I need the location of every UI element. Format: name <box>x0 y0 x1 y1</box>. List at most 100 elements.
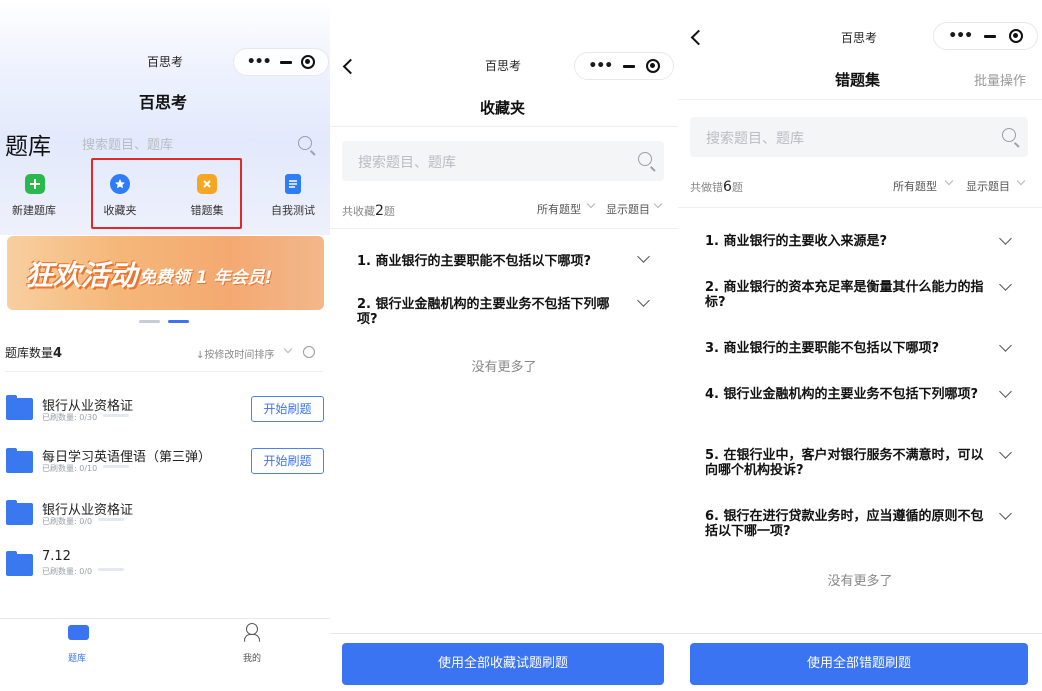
chevron-down-icon[interactable] <box>1016 176 1026 186</box>
question-item[interactable]: 2. 商业银行的资本充足率是衡量其什么能力的指标? <box>705 280 985 310</box>
page-title: 错题集 <box>835 71 881 89</box>
back-icon[interactable] <box>690 29 707 46</box>
type-filter[interactable]: 所有题型 <box>537 201 581 217</box>
divider <box>5 371 323 372</box>
tabbar-divider <box>0 618 330 619</box>
search-icon[interactable] <box>1002 128 1016 142</box>
divider <box>330 633 678 634</box>
start-practice-button[interactable]: 开始刷题 <box>251 396 324 422</box>
progress-bar <box>103 465 129 468</box>
favorite-count: 共收藏2题 <box>342 203 395 219</box>
shared-folder-icon <box>6 448 33 473</box>
expand-icon[interactable] <box>637 294 650 307</box>
back-icon[interactable] <box>342 58 359 75</box>
shortcut-self-test[interactable]: 自我测试 <box>258 202 328 218</box>
count-prefix: 共收藏 <box>342 205 375 218</box>
page-title: 收藏夹 <box>480 99 526 117</box>
more-icon[interactable]: ••• <box>247 54 272 70</box>
question-bank-screen: 百思考 ••• 百思考 题库 搜索题目、题库 新建题库 收藏夹 错题集 自我测试… <box>0 0 330 691</box>
mini-program-capsule[interactable]: ••• <box>933 22 1038 50</box>
folder-icon <box>6 395 33 420</box>
banner-main-text: 狂欢活动 <box>25 259 138 292</box>
divider <box>678 99 1042 100</box>
search-input[interactable]: 搜索题目、题库 <box>82 134 173 153</box>
folder-tab-icon[interactable] <box>68 625 89 640</box>
search-input[interactable]: 搜索题目、题库 <box>690 117 1028 157</box>
favorites-screen: 百思考 ••• 收藏夹 搜索题目、题库 共收藏2题 所有题型 显示题目 1. 商… <box>330 0 678 691</box>
carousel-dot-active[interactable] <box>168 320 189 323</box>
promo-banner[interactable]: 狂欢活动 免费领 1 年会员! <box>7 236 324 310</box>
practice-all-favorites-button[interactable]: 使用全部收藏试题刷题 <box>342 643 664 685</box>
bank-count-label: 题库数量4 <box>5 344 62 361</box>
expand-icon[interactable] <box>999 446 1012 459</box>
question-item[interactable]: 5. 在银行业中，客户对银行服务不满意时，可以向哪个机构投诉? <box>705 448 985 478</box>
list-icon[interactable] <box>285 174 301 194</box>
count-value: 6 <box>723 179 732 195</box>
question-item[interactable]: 2. 银行业金融机构的主要业务不包括下列哪项? <box>357 297 617 327</box>
folder-icon <box>6 551 33 576</box>
sort-dropdown[interactable]: ↓按修改时间排序 <box>196 346 274 361</box>
progress-bar <box>103 414 129 417</box>
show-question-filter[interactable]: 显示题目 <box>606 201 650 217</box>
batch-action-button[interactable]: 批量操作 <box>974 70 1026 89</box>
expand-icon[interactable] <box>999 507 1012 520</box>
minimize-icon[interactable] <box>622 64 635 68</box>
window-title: 百思考 <box>147 55 184 69</box>
plus-icon[interactable] <box>25 174 45 194</box>
question-item[interactable]: 6. 银行在进行贷款业务时，应当遵循的原则不包括以下哪一项? <box>705 509 985 539</box>
carousel-dot[interactable] <box>139 320 160 323</box>
search-placeholder: 搜索题目、题库 <box>706 131 804 147</box>
question-item[interactable]: 1. 商业银行的主要职能不包括以下哪项? <box>357 254 617 269</box>
question-item[interactable]: 4. 银行业金融机构的主要业务不包括下列哪项? <box>705 387 985 402</box>
expand-icon[interactable] <box>999 385 1012 398</box>
tab-question-bank[interactable]: 题库 <box>68 651 86 664</box>
folder-icon <box>6 500 33 525</box>
question-item[interactable]: 3. 商业银行的主要职能不包括以下哪项? <box>705 341 985 356</box>
chevron-down-icon[interactable] <box>653 199 663 209</box>
highlight-box <box>91 158 242 229</box>
practice-all-wrong-button[interactable]: 使用全部错题刷题 <box>690 643 1028 685</box>
expand-icon[interactable] <box>999 232 1012 245</box>
user-icon-body <box>244 634 260 642</box>
progress-bar <box>98 518 124 521</box>
close-target-icon[interactable] <box>645 59 660 73</box>
more-icon[interactable]: ••• <box>588 58 613 74</box>
minimize-icon[interactable] <box>984 34 997 38</box>
bank-count-text: 题库数量 <box>5 346 54 360</box>
search-icon[interactable] <box>298 136 312 150</box>
expand-icon[interactable] <box>999 339 1012 352</box>
expand-icon[interactable] <box>637 250 650 263</box>
bank-count-value: 4 <box>53 346 63 361</box>
no-more-text: 没有更多了 <box>827 574 893 589</box>
show-question-filter[interactable]: 显示题目 <box>966 178 1010 194</box>
divider <box>678 207 1042 208</box>
count-suffix: 题 <box>383 205 395 218</box>
search-input[interactable]: 搜索题目、题库 <box>342 141 664 181</box>
count-prefix: 共做错 <box>690 181 723 194</box>
book-title[interactable]: 7.12 <box>42 549 71 564</box>
chevron-down-icon[interactable] <box>944 176 954 186</box>
start-practice-button[interactable]: 开始刷题 <box>251 448 324 474</box>
chevron-down-icon[interactable] <box>586 199 596 209</box>
search-icon[interactable] <box>638 152 652 166</box>
search-placeholder: 搜索题目、题库 <box>358 155 456 171</box>
settings-icon[interactable] <box>303 346 315 358</box>
tab-mine[interactable]: 我的 <box>243 651 261 664</box>
question-item[interactable]: 1. 商业银行的主要收入来源是? <box>705 234 985 249</box>
mini-program-capsule[interactable]: ••• <box>233 48 329 76</box>
shortcut-new-bank[interactable]: 新建题库 <box>0 202 69 218</box>
progress-bar <box>98 568 124 571</box>
wrong-count: 共做错6题 <box>690 179 743 195</box>
type-filter[interactable]: 所有题型 <box>893 178 937 194</box>
window-title: 百思考 <box>485 59 522 73</box>
close-target-icon[interactable] <box>1008 29 1023 43</box>
mini-program-capsule[interactable]: ••• <box>574 52 674 80</box>
section-title: 题库 <box>5 134 51 160</box>
banner-sub-text: 免费领 1 年会员! <box>139 268 273 288</box>
book-progress: 已刷数量: 0/30 <box>42 413 98 422</box>
expand-icon[interactable] <box>999 278 1012 291</box>
close-target-icon[interactable] <box>301 55 316 69</box>
minimize-icon[interactable] <box>279 60 292 64</box>
more-icon[interactable]: ••• <box>948 28 973 44</box>
chevron-down-icon[interactable] <box>283 344 293 354</box>
